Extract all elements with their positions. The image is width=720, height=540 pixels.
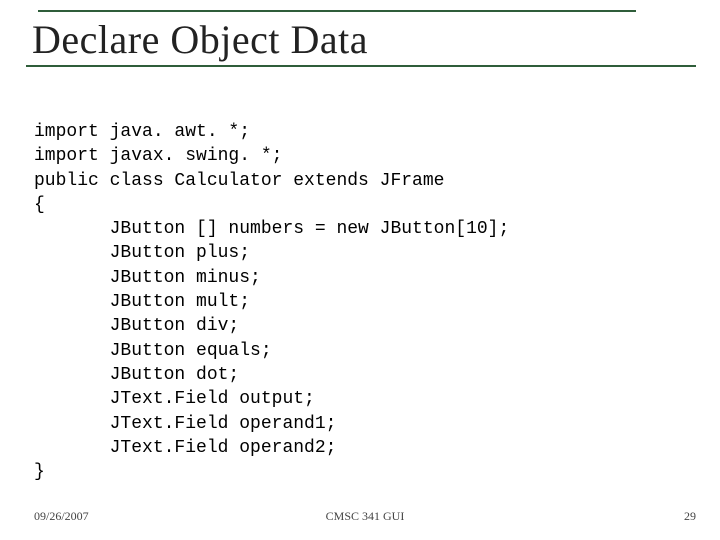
slide: Declare Object Data import java. awt. *;… <box>0 0 720 540</box>
code-line: public class Calculator extends JFrame <box>34 171 444 191</box>
title-region: Declare Object Data <box>32 10 696 67</box>
code-line: JButton div; <box>34 316 239 336</box>
code-line: JButton mult; <box>34 292 250 312</box>
code-block: import java. awt. *; import javax. swing… <box>34 120 690 484</box>
footer: 09/26/2007 CMSC 341 GUI 29 <box>34 509 696 524</box>
code-line: import javax. swing. *; <box>34 146 282 166</box>
title-rule-bottom <box>26 65 696 67</box>
code-line: JButton dot; <box>34 365 239 385</box>
code-line: { <box>34 195 45 215</box>
code-line: JText.Field operand2; <box>34 438 336 458</box>
title-rule-top <box>38 10 636 12</box>
code-line: import java. awt. *; <box>34 122 250 142</box>
code-line: } <box>34 462 45 482</box>
code-line: JButton [] numbers = new JButton[10]; <box>34 219 509 239</box>
code-line: JButton equals; <box>34 341 272 361</box>
footer-page: 29 <box>684 509 696 524</box>
code-line: JText.Field output; <box>34 389 315 409</box>
footer-date: 09/26/2007 <box>34 509 89 524</box>
footer-course: CMSC 341 GUI <box>34 509 696 524</box>
code-line: JText.Field operand1; <box>34 414 336 434</box>
code-line: JButton minus; <box>34 268 261 288</box>
code-line: JButton plus; <box>34 243 250 263</box>
slide-title: Declare Object Data <box>32 16 696 63</box>
